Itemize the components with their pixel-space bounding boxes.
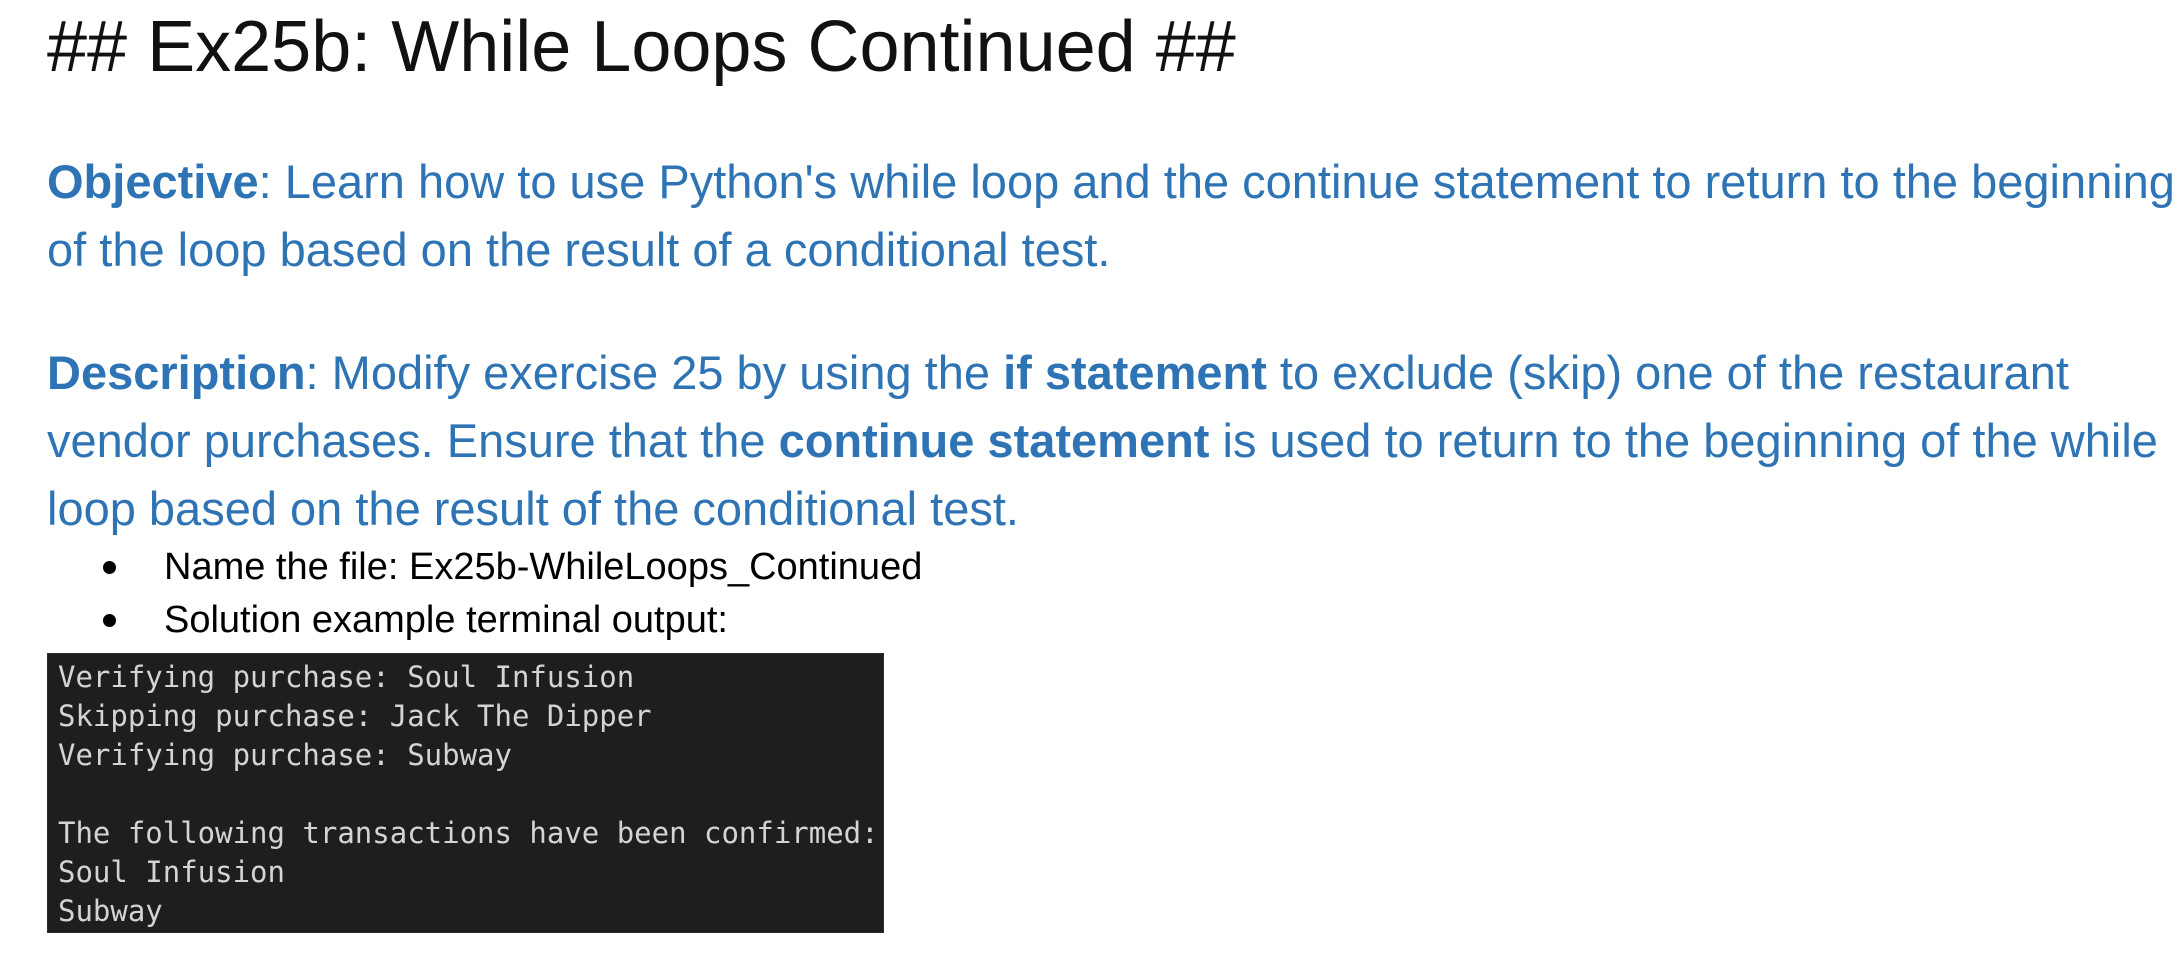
bullet-icon	[103, 614, 116, 627]
terminal-output-label: Solution example terminal output:	[164, 599, 728, 641]
description-text-1: : Modify exercise 25 by using the	[305, 346, 1004, 399]
if-statement-emphasis: if statement	[1003, 346, 1267, 399]
terminal-line: The following transactions have been con…	[58, 816, 879, 850]
terminal-line: Verifying purchase: Soul Infusion	[58, 660, 635, 694]
bullet-icon	[103, 561, 116, 574]
objective-paragraph: Objective: Learn how to use Python's whi…	[47, 148, 2183, 284]
description-label: Description	[47, 346, 306, 399]
continue-statement-emphasis: continue statement	[778, 414, 1210, 467]
file-name-instruction: Name the file: Ex25b-WhileLoops_Continue…	[164, 546, 923, 588]
description-paragraph: Description: Modify exercise 25 by using…	[47, 339, 2183, 543]
list-item: Name the file: Ex25b-WhileLoops_Continue…	[47, 541, 922, 594]
document: ## Ex25b: While Loops Continued ## Objec…	[47, 0, 2175, 933]
terminal-output: Verifying purchase: Soul Infusion Skippi…	[47, 653, 884, 933]
objective-label: Objective	[47, 155, 259, 208]
objective-text: : Learn how to use Python's while loop a…	[47, 155, 2175, 276]
terminal-line: Soul Infusion	[58, 855, 285, 889]
bullet-list: Name the file: Ex25b-WhileLoops_Continue…	[47, 541, 922, 647]
terminal-line: Verifying purchase: Subway	[58, 738, 512, 772]
terminal-line: Skipping purchase: Jack The Dipper	[58, 699, 652, 733]
page-title: ## Ex25b: While Loops Continued ##	[47, 7, 1236, 87]
terminal-line: Subway	[58, 894, 163, 928]
list-item: Solution example terminal output:	[47, 594, 922, 647]
